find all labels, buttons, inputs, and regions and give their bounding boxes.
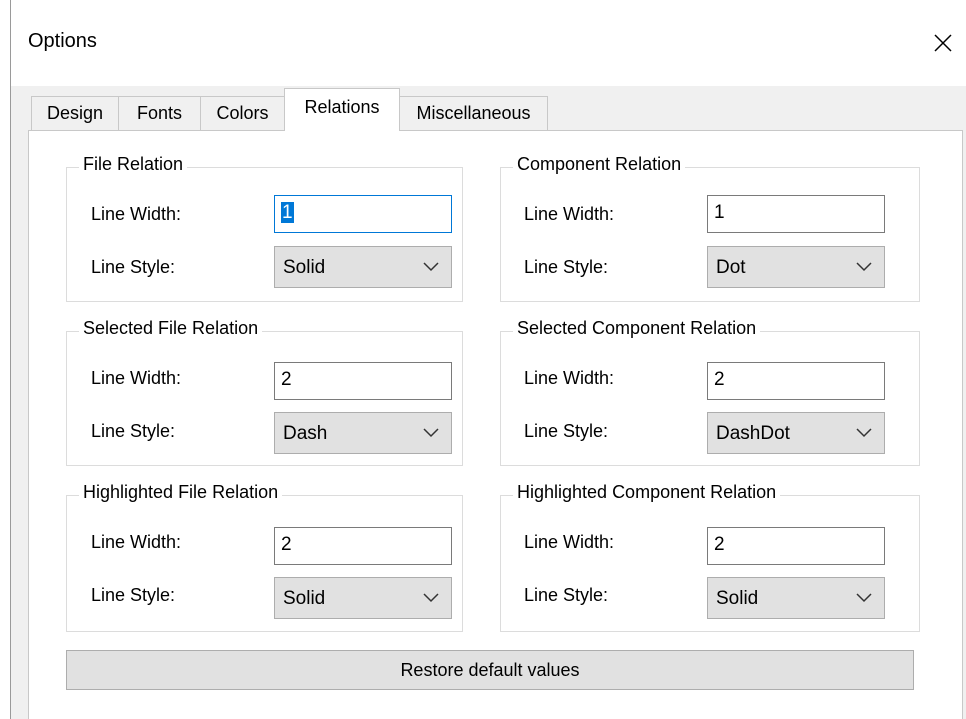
- tab-label: Fonts: [136, 103, 183, 123]
- highlighted-file-relation-line-width-input[interactable]: 2: [274, 527, 452, 565]
- line-width-value: 2: [281, 369, 292, 390]
- options-dialog: Options Design Fonts Colors Relations Mi…: [10, 0, 966, 719]
- group-title: Selected Component Relation: [513, 318, 761, 339]
- line-style-value: Solid: [283, 588, 326, 609]
- file-relation-line-style-select[interactable]: Solid: [274, 246, 452, 288]
- group-title: File Relation: [79, 154, 188, 175]
- line-style-label: Line Style:: [524, 585, 609, 605]
- tab-label: Design: [46, 103, 104, 123]
- file-relation-group: File Relation Line Width: 1 Line Style: …: [66, 154, 463, 302]
- chevron-down-icon: [423, 593, 439, 603]
- close-icon: [933, 33, 953, 53]
- window-title: Options: [28, 30, 97, 52]
- component-relation-line-width-input[interactable]: 1: [707, 195, 885, 233]
- selected-file-relation-line-style-select[interactable]: Dash: [274, 412, 452, 454]
- line-style-label: Line Style:: [524, 257, 609, 277]
- highlighted-component-relation-group: Highlighted Component Relation Line Widt…: [500, 482, 920, 632]
- highlighted-file-relation-line-style-select[interactable]: Solid: [274, 577, 452, 619]
- line-width-label: Line Width:: [91, 532, 182, 552]
- component-relation-line-style-select[interactable]: Dot: [707, 246, 885, 288]
- line-style-value: Solid: [283, 257, 326, 278]
- tab-label: Relations: [304, 97, 380, 117]
- restore-default-values-button[interactable]: Restore default values: [66, 650, 914, 690]
- group-title: Selected File Relation: [79, 318, 263, 339]
- relations-tab-panel: File Relation Line Width: 1 Line Style: …: [28, 130, 963, 719]
- line-width-value: 2: [714, 534, 725, 555]
- chevron-down-icon: [856, 262, 872, 272]
- selected-component-relation-line-style-select[interactable]: DashDot: [707, 412, 885, 454]
- restore-button-label: Restore default values: [400, 659, 580, 680]
- line-style-value: Solid: [716, 588, 759, 609]
- tab-label: Colors: [216, 103, 269, 123]
- tab-fonts[interactable]: Fonts: [118, 96, 201, 130]
- line-style-value: Dot: [716, 257, 746, 278]
- component-relation-group: Component Relation Line Width: 1 Line St…: [500, 154, 920, 302]
- line-style-label: Line Style:: [91, 421, 176, 441]
- chevron-down-icon: [856, 428, 872, 438]
- line-style-label: Line Style:: [524, 421, 609, 441]
- line-width-label: Line Width:: [91, 204, 182, 224]
- line-width-label: Line Width:: [524, 368, 615, 388]
- highlighted-component-relation-line-style-select[interactable]: Solid: [707, 577, 885, 619]
- line-width-label: Line Width:: [524, 532, 615, 552]
- tab-colors[interactable]: Colors: [200, 96, 285, 130]
- selected-component-relation-group: Selected Component Relation Line Width: …: [500, 318, 920, 466]
- chevron-down-icon: [423, 262, 439, 272]
- line-width-label: Line Width:: [91, 368, 182, 388]
- line-width-value: 1: [281, 202, 294, 223]
- group-title: Highlighted File Relation: [79, 482, 283, 503]
- selected-file-relation-line-width-input[interactable]: 2: [274, 362, 452, 400]
- highlighted-file-relation-group: Highlighted File Relation Line Width: 2 …: [66, 482, 463, 632]
- close-button[interactable]: [920, 20, 966, 66]
- highlighted-component-relation-line-width-input[interactable]: 2: [707, 527, 885, 565]
- chevron-down-icon: [856, 593, 872, 603]
- line-style-label: Line Style:: [91, 257, 176, 277]
- chevron-down-icon: [423, 428, 439, 438]
- title-bar[interactable]: Options: [11, 0, 966, 86]
- line-style-value: DashDot: [716, 423, 790, 444]
- line-width-value: 1: [714, 202, 725, 223]
- line-width-value: 2: [714, 369, 725, 390]
- tab-design[interactable]: Design: [31, 96, 119, 130]
- line-style-value: Dash: [283, 423, 328, 444]
- selected-component-relation-line-width-input[interactable]: 2: [707, 362, 885, 400]
- line-style-label: Line Style:: [91, 585, 176, 605]
- group-title: Highlighted Component Relation: [513, 482, 781, 503]
- file-relation-line-width-input[interactable]: 1: [274, 195, 452, 233]
- group-title: Component Relation: [513, 154, 686, 175]
- line-width-value: 2: [281, 534, 292, 555]
- tab-miscellaneous[interactable]: Miscellaneous: [399, 96, 548, 130]
- tab-relations[interactable]: Relations: [284, 88, 400, 131]
- selected-file-relation-group: Selected File Relation Line Width: 2 Lin…: [66, 318, 463, 466]
- tab-label: Miscellaneous: [416, 103, 531, 123]
- line-width-label: Line Width:: [524, 204, 615, 224]
